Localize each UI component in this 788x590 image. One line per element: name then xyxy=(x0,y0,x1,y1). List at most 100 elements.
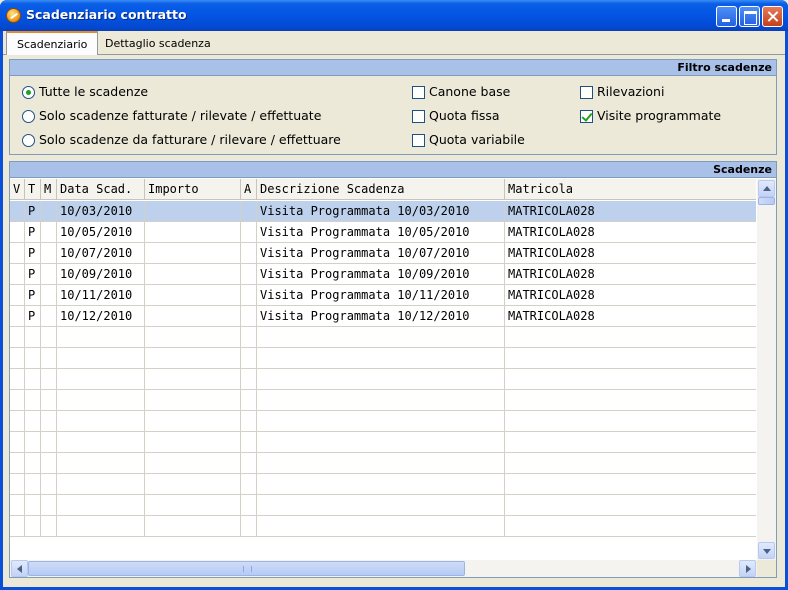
maximize-button[interactable] xyxy=(739,6,760,27)
cell-v[interactable] xyxy=(10,432,25,453)
cell-a[interactable] xyxy=(241,411,257,432)
cell-data-scad[interactable]: 10/09/2010 xyxy=(57,264,145,285)
cell-v[interactable] xyxy=(10,474,25,495)
vertical-scroll-thumb[interactable] xyxy=(758,197,775,205)
cell-matricola[interactable] xyxy=(505,390,756,411)
cell-v[interactable] xyxy=(10,453,25,474)
tab-dettaglio-scadenza[interactable]: Dettaglio scadenza xyxy=(95,33,221,55)
cell-data-scad[interactable]: 10/03/2010 xyxy=(57,201,145,222)
cell-importo[interactable] xyxy=(145,327,241,348)
table-row[interactable]: P 10/05/2010 Visita Programmata 10/05/2010… xyxy=(10,222,756,243)
cell-t[interactable]: P xyxy=(25,201,41,222)
cell-data-scad[interactable]: 10/07/2010 xyxy=(57,243,145,264)
cell-descrizione[interactable] xyxy=(257,348,505,369)
cell-matricola[interactable] xyxy=(505,495,756,516)
cell-a[interactable] xyxy=(241,327,257,348)
cell-matricola[interactable]: MATRICOLA028 xyxy=(505,243,756,264)
cell-v[interactable] xyxy=(10,369,25,390)
cell-a[interactable] xyxy=(241,516,257,537)
cell-t[interactable] xyxy=(25,411,41,432)
cell-descrizione[interactable] xyxy=(257,390,505,411)
cell-t[interactable] xyxy=(25,453,41,474)
cell-v[interactable] xyxy=(10,306,25,327)
cell-t[interactable] xyxy=(25,474,41,495)
cell-descrizione[interactable] xyxy=(257,474,505,495)
table-row[interactable]: P 10/12/2010 Visita Programmata 10/12/2010… xyxy=(10,306,756,327)
cell-v[interactable] xyxy=(10,264,25,285)
column-header-v[interactable]: V xyxy=(10,179,25,200)
column-header-matricola[interactable]: Matricola xyxy=(505,179,756,200)
cell-importo[interactable] xyxy=(145,306,241,327)
cell-matricola[interactable]: MATRICOLA028 xyxy=(505,285,756,306)
empty-row[interactable] xyxy=(10,411,756,432)
cell-v[interactable] xyxy=(10,348,25,369)
cell-m[interactable] xyxy=(41,495,57,516)
cell-matricola[interactable] xyxy=(505,348,756,369)
cell-m[interactable] xyxy=(41,306,57,327)
cell-data-scad[interactable] xyxy=(57,432,145,453)
cell-a[interactable] xyxy=(241,243,257,264)
scadenze-grid[interactable]: V T M Data Scad. Importo A Descrizione S… xyxy=(10,179,756,543)
vertical-scrollbar[interactable] xyxy=(757,179,776,560)
cell-importo[interactable] xyxy=(145,369,241,390)
scroll-right-button[interactable] xyxy=(739,560,756,577)
cell-matricola[interactable] xyxy=(505,516,756,537)
column-header-a[interactable]: A xyxy=(241,179,257,200)
empty-row[interactable] xyxy=(10,453,756,474)
cell-m[interactable] xyxy=(41,348,57,369)
cell-descrizione[interactable] xyxy=(257,495,505,516)
table-row[interactable]: P 10/11/2010 Visita Programmata 10/11/2010… xyxy=(10,285,756,306)
cell-importo[interactable] xyxy=(145,411,241,432)
cell-matricola[interactable] xyxy=(505,474,756,495)
cell-t[interactable] xyxy=(25,432,41,453)
cell-importo[interactable] xyxy=(145,495,241,516)
cell-m[interactable] xyxy=(41,432,57,453)
radio-button[interactable] xyxy=(22,110,35,123)
cell-data-scad[interactable] xyxy=(57,369,145,390)
cell-v[interactable] xyxy=(10,516,25,537)
cell-data-scad[interactable]: 10/12/2010 xyxy=(57,306,145,327)
close-button[interactable] xyxy=(762,6,783,27)
cell-a[interactable] xyxy=(241,390,257,411)
radio-button[interactable] xyxy=(22,86,35,99)
cell-v[interactable] xyxy=(10,222,25,243)
cell-data-scad[interactable] xyxy=(57,411,145,432)
checkbox[interactable] xyxy=(412,86,425,99)
cell-a[interactable] xyxy=(241,474,257,495)
cell-importo[interactable] xyxy=(145,243,241,264)
cell-matricola[interactable] xyxy=(505,327,756,348)
cell-v[interactable] xyxy=(10,411,25,432)
cell-m[interactable] xyxy=(41,411,57,432)
cell-descrizione[interactable]: Visita Programmata 10/03/2010 xyxy=(257,201,505,222)
tab-scadenziario[interactable]: Scadenziario xyxy=(6,31,99,55)
cell-v[interactable] xyxy=(10,327,25,348)
cell-data-scad[interactable]: 10/05/2010 xyxy=(57,222,145,243)
scroll-down-button[interactable] xyxy=(758,542,775,559)
horizontal-scrollbar[interactable] xyxy=(10,560,757,577)
cell-a[interactable] xyxy=(241,264,257,285)
cell-importo[interactable] xyxy=(145,453,241,474)
column-header-m[interactable]: M xyxy=(41,179,57,200)
cell-data-scad[interactable]: 10/11/2010 xyxy=(57,285,145,306)
table-row[interactable]: P 10/09/2010 Visita Programmata 10/09/2010… xyxy=(10,264,756,285)
cell-a[interactable] xyxy=(241,369,257,390)
cell-descrizione[interactable]: Visita Programmata 10/09/2010 xyxy=(257,264,505,285)
cell-importo[interactable] xyxy=(145,264,241,285)
cell-descrizione[interactable] xyxy=(257,453,505,474)
cell-descrizione[interactable] xyxy=(257,327,505,348)
cell-data-scad[interactable] xyxy=(57,495,145,516)
cell-t[interactable]: P xyxy=(25,306,41,327)
cell-a[interactable] xyxy=(241,453,257,474)
cell-descrizione[interactable] xyxy=(257,411,505,432)
cell-data-scad[interactable] xyxy=(57,390,145,411)
cell-matricola[interactable]: MATRICOLA028 xyxy=(505,222,756,243)
scroll-left-button[interactable] xyxy=(11,560,28,577)
cell-m[interactable] xyxy=(41,390,57,411)
cell-matricola[interactable]: MATRICOLA028 xyxy=(505,264,756,285)
empty-row[interactable] xyxy=(10,369,756,390)
checkbox[interactable] xyxy=(580,86,593,99)
cell-matricola[interactable] xyxy=(505,432,756,453)
cell-descrizione[interactable]: Visita Programmata 10/12/2010 xyxy=(257,306,505,327)
cell-a[interactable] xyxy=(241,285,257,306)
table-row[interactable]: P 10/03/2010 Visita Programmata 10/03/2010… xyxy=(10,201,756,222)
